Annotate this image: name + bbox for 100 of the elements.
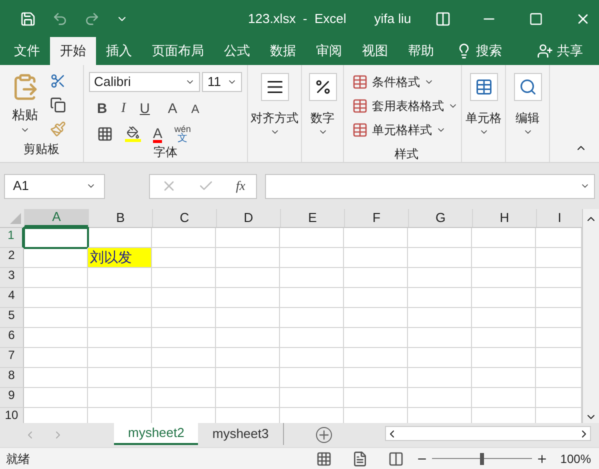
page-layout-icon[interactable] — [352, 450, 368, 466]
row-header[interactable]: 5 — [0, 308, 24, 328]
table-cell — [280, 388, 344, 408]
maximize-icon[interactable] — [529, 12, 544, 26]
zoom-level: 100% — [560, 450, 591, 468]
ribbon-tab[interactable]: 数据 — [260, 37, 306, 65]
table-cell — [408, 288, 472, 308]
table-cell — [88, 328, 152, 348]
column-header[interactable]: E — [280, 209, 344, 227]
table-cell — [344, 308, 408, 328]
column-header[interactable]: G — [408, 209, 472, 227]
table-cell — [24, 328, 88, 348]
phonetic-button[interactable]: wén 文 — [174, 125, 191, 143]
ribbon-tab[interactable]: 审阅 — [306, 37, 352, 65]
row-header[interactable]: 10 — [0, 408, 24, 423]
cut-icon[interactable] — [50, 73, 66, 89]
table-icon — [352, 122, 368, 138]
cells-button[interactable]: 单元格 — [462, 65, 506, 162]
name-box[interactable]: A1 — [4, 174, 105, 198]
fill-color-icon[interactable] — [125, 126, 141, 142]
vertical-scrollbar[interactable] — [582, 209, 599, 423]
copy-icon[interactable] — [50, 97, 66, 113]
zoom-slider[interactable] — [432, 452, 532, 464]
row-header[interactable]: 6 — [0, 328, 24, 348]
table-cell — [408, 368, 472, 388]
ribbon-display-icon[interactable] — [435, 10, 452, 26]
row-header[interactable]: 7 — [0, 348, 24, 368]
ribbon-tab[interactable]: 文件 — [4, 37, 50, 65]
ribbon-tab[interactable]: 页面布局 — [142, 37, 214, 65]
table-cell — [216, 268, 280, 288]
sheet-tab[interactable]: mysheet2 — [114, 423, 198, 445]
column-header[interactable]: A — [24, 209, 88, 227]
table-cell — [216, 288, 280, 308]
normal-view-icon[interactable] — [316, 450, 332, 466]
save-icon[interactable] — [20, 10, 36, 26]
borders-icon[interactable] — [97, 126, 113, 142]
group-label: 字体 — [152, 144, 178, 161]
row-header[interactable]: 9 — [0, 388, 24, 408]
table-cell — [216, 388, 280, 408]
table-cell — [216, 368, 280, 388]
table-cell — [408, 228, 472, 248]
group-label: 剪贴板 — [22, 141, 60, 158]
zoom-thumb[interactable] — [480, 452, 484, 464]
column-header[interactable]: H — [472, 209, 536, 227]
table-cell — [344, 328, 408, 348]
column-header[interactable]: D — [216, 209, 280, 227]
font-name-field[interactable]: Calibri — [89, 72, 200, 92]
table-cell — [472, 228, 536, 248]
font-size-field[interactable]: 11 — [202, 72, 242, 92]
table-cell — [280, 248, 344, 268]
table-cell — [408, 328, 472, 348]
row-header[interactable]: 1 — [0, 228, 24, 248]
table-cell — [472, 308, 536, 328]
table-icon — [352, 98, 368, 114]
table-cell — [216, 348, 280, 368]
table-cell — [24, 228, 88, 248]
row-header[interactable]: 3 — [0, 268, 24, 288]
table-cell — [152, 368, 216, 388]
shrink-font-button[interactable]: A — [191, 100, 200, 118]
bold-button[interactable]: B — [97, 98, 108, 119]
ribbon-tab[interactable]: 插入 — [96, 37, 142, 65]
zoom-in-icon[interactable] — [536, 452, 548, 464]
number-button[interactable]: 数字 — [302, 65, 344, 162]
column-header[interactable]: F — [344, 209, 408, 227]
editing-button[interactable]: 编辑 — [506, 65, 550, 162]
alignment-button[interactable]: 对齐方式 — [248, 65, 302, 162]
sheet-tab[interactable]: mysheet3 — [198, 423, 284, 445]
table-cell — [88, 348, 152, 368]
search-button[interactable]: 搜索 — [448, 37, 510, 65]
row-header[interactable]: 8 — [0, 368, 24, 388]
add-user-icon — [537, 43, 553, 59]
add-sheet-icon[interactable] — [316, 427, 332, 443]
table-cell — [24, 388, 88, 408]
page-break-icon[interactable] — [388, 450, 404, 466]
table-cell — [24, 268, 88, 288]
ribbon-tab[interactable]: 开始 — [50, 37, 96, 65]
formula-field[interactable] — [265, 174, 595, 198]
grow-font-button[interactable]: A — [168, 98, 178, 119]
table-cell — [472, 328, 536, 348]
share-button[interactable]: 共享 — [529, 37, 591, 65]
table-icon — [470, 73, 498, 101]
paste-button[interactable]: 粘贴 — [8, 73, 42, 140]
ribbon-tab[interactable]: 帮助 — [398, 37, 444, 65]
ribbon-tab[interactable]: 公式 — [214, 37, 260, 65]
insert-function-button[interactable]: fx — [236, 176, 246, 196]
table-cell — [216, 228, 280, 248]
underline-button[interactable]: U — [140, 98, 150, 119]
ribbon-tab[interactable]: 视图 — [352, 37, 398, 65]
table-cell — [280, 308, 344, 328]
row-header[interactable]: 2 — [0, 248, 24, 268]
styles-menu-item[interactable]: 套用表格格式 — [352, 97, 461, 115]
styles-menu-item[interactable]: 单元格样式 — [352, 121, 461, 139]
column-header[interactable]: B — [88, 209, 152, 227]
row-header[interactable]: 4 — [0, 288, 24, 308]
styles-menu-item[interactable]: 条件格式 — [352, 73, 461, 91]
italic-button[interactable]: I — [121, 98, 126, 119]
font-color-button[interactable]: A — [153, 126, 162, 142]
search-icon — [514, 73, 542, 101]
column-header[interactable]: C — [152, 209, 216, 227]
horizontal-scrollbar[interactable] — [385, 426, 591, 441]
